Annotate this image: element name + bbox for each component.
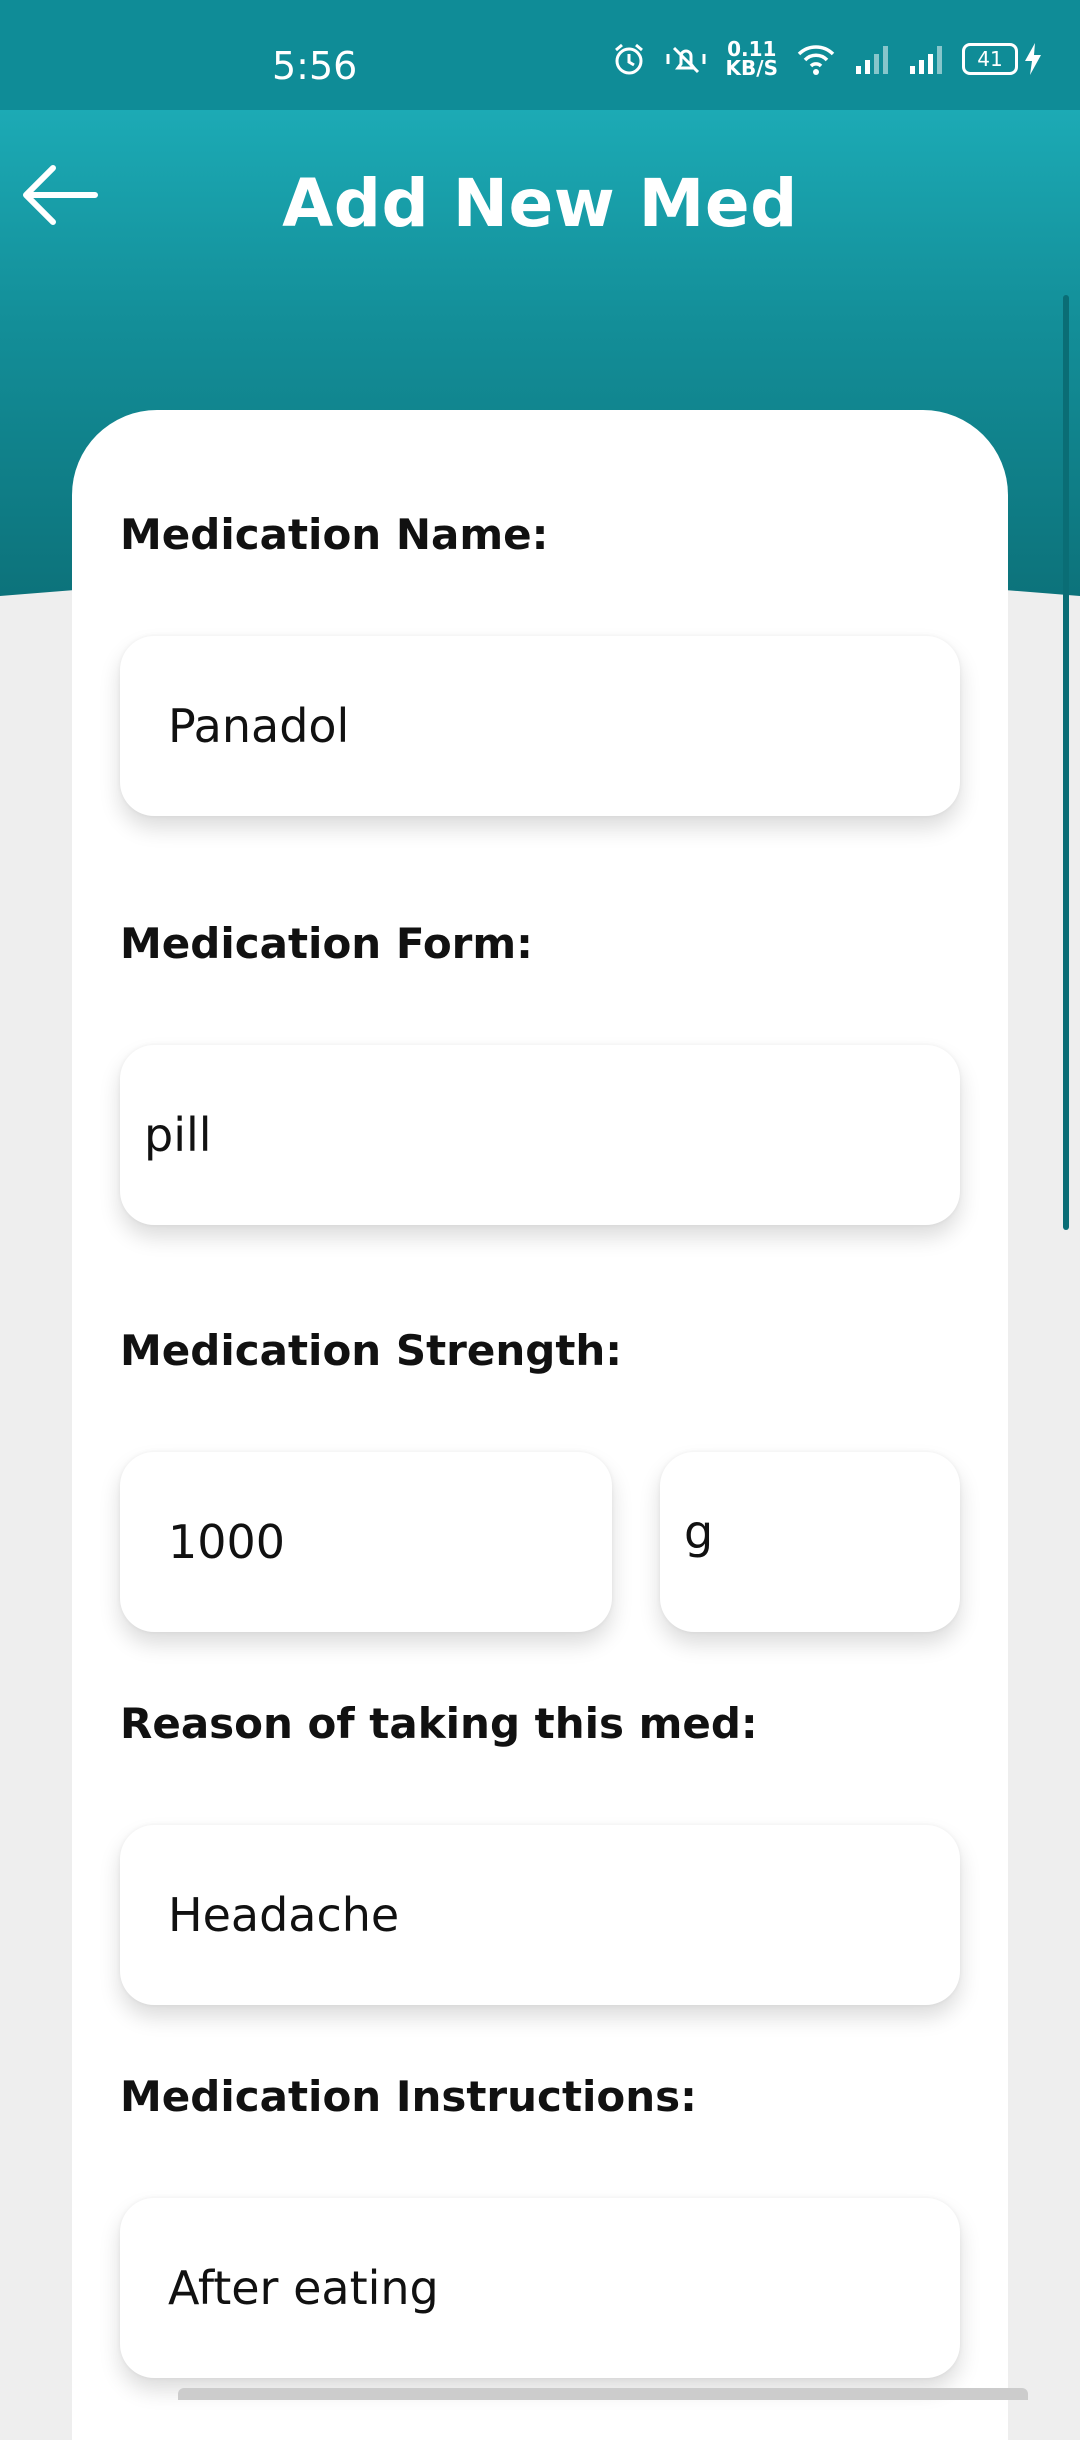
net-speed: 0.11 KB/S [725, 39, 778, 80]
medication-strength-input[interactable]: 1000 [120, 1452, 612, 1632]
instructions-label: Medication Instructions: [120, 2072, 697, 2121]
signal-icon [856, 46, 888, 74]
mute-icon [666, 46, 706, 74]
signal-icon [910, 46, 942, 74]
medication-form-label: Medication Form: [120, 919, 533, 968]
medication-name-input[interactable]: Panadol [120, 636, 960, 816]
status-time: 5:56 [272, 44, 358, 88]
scrollbar[interactable] [1063, 295, 1069, 1230]
status-icons: 0.11 KB/S 41 [612, 39, 1042, 80]
charging-icon [1025, 43, 1041, 75]
status-bar: 5:56 0.11 KB/S 41 [0, 0, 1080, 110]
medication-name-label: Medication Name: [120, 510, 549, 559]
page-title: Add New Med [282, 165, 798, 242]
form-card: Medication Name: Panadol Medication Form… [72, 410, 1008, 2440]
battery-icon: 41 [962, 43, 1018, 75]
net-speed-unit: KB/S [725, 56, 778, 80]
strength-unit-dropdown[interactable]: g [660, 1452, 960, 1632]
battery-indicator: 41 [962, 43, 1042, 75]
medication-form-dropdown[interactable]: pill [120, 1045, 960, 1225]
alarm-icon [614, 43, 643, 75]
medication-strength-label: Medication Strength: [120, 1326, 623, 1375]
reason-label: Reason of taking this med: [120, 1699, 758, 1748]
instructions-input[interactable]: After eating [120, 2198, 960, 2378]
reason-input[interactable]: Headache [120, 1825, 960, 2005]
bottom-edge [178, 2388, 1028, 2400]
wifi-icon [797, 45, 835, 75]
